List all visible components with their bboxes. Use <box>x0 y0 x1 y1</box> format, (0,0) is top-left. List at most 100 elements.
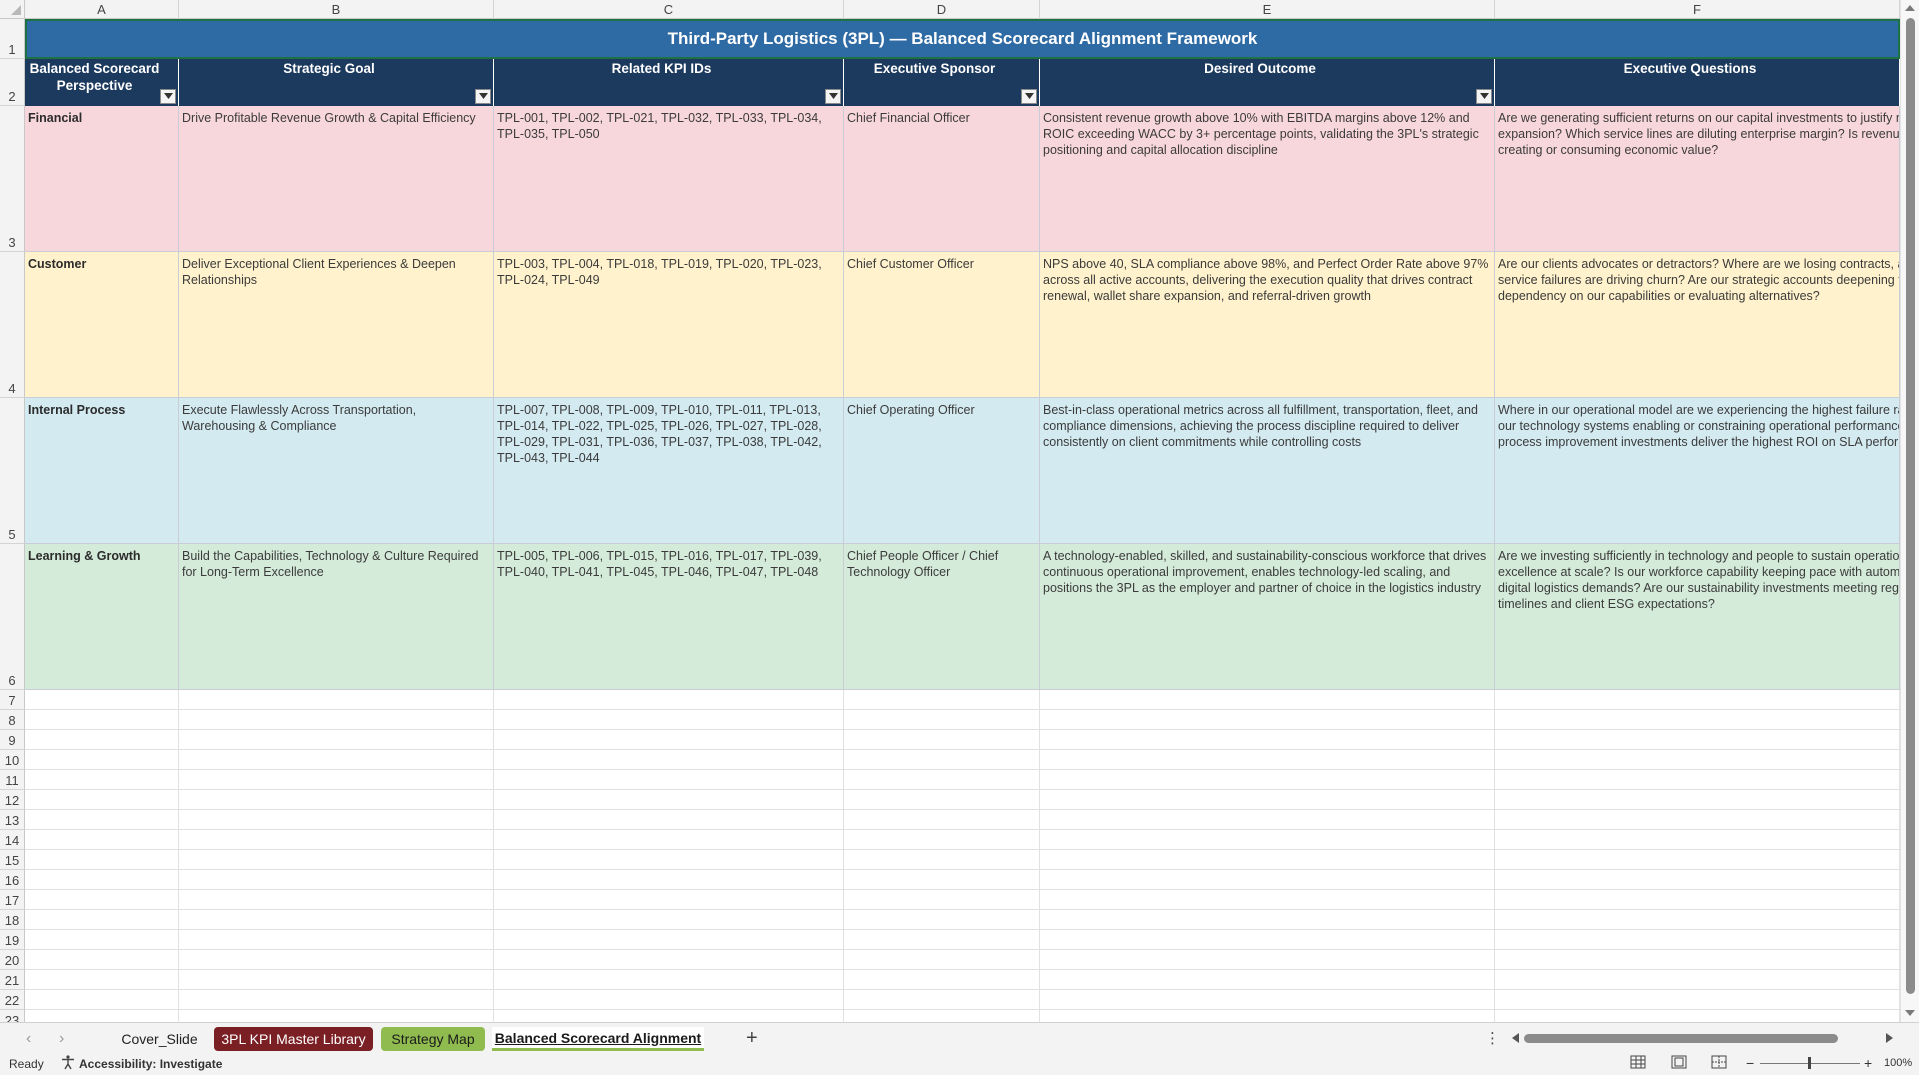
empty-cell[interactable] <box>25 950 179 970</box>
zoom-slider-thumb[interactable] <box>1808 1057 1811 1069</box>
filter-dropdown-icon[interactable] <box>1021 89 1037 104</box>
empty-cell[interactable] <box>1495 710 1900 730</box>
zoom-in-icon[interactable]: + <box>1864 1055 1872 1071</box>
normal-view-icon[interactable] <box>1630 1055 1646 1072</box>
row-header-4[interactable]: 4 <box>0 252 25 398</box>
horizontal-scrollbar[interactable] <box>1508 1029 1895 1047</box>
select-all-corner[interactable] <box>0 0 25 19</box>
empty-cell[interactable] <box>494 850 844 870</box>
empty-cell[interactable] <box>25 770 179 790</box>
empty-cell[interactable] <box>1495 830 1900 850</box>
empty-cell[interactable] <box>494 810 844 830</box>
sheet-tab-0[interactable]: Cover_Slide <box>113 1027 206 1051</box>
column-header-d[interactable]: D <box>844 0 1040 19</box>
empty-cell[interactable] <box>844 990 1040 1010</box>
empty-cell[interactable] <box>844 750 1040 770</box>
empty-cell[interactable] <box>844 790 1040 810</box>
empty-cell[interactable] <box>494 970 844 990</box>
sheet-tab-1[interactable]: 3PL KPI Master Library <box>214 1027 373 1051</box>
empty-cell[interactable] <box>844 970 1040 990</box>
empty-cell[interactable] <box>179 830 494 850</box>
empty-cell[interactable] <box>1495 910 1900 930</box>
next-sheet-chevron-icon[interactable]: › <box>59 1030 64 1048</box>
empty-cell[interactable] <box>494 730 844 750</box>
row-header-13[interactable]: 13 <box>0 810 25 830</box>
empty-cell[interactable] <box>1040 830 1495 850</box>
column-header-a[interactable]: A <box>25 0 179 19</box>
empty-cell[interactable] <box>1495 810 1900 830</box>
row-header-19[interactable]: 19 <box>0 930 25 950</box>
empty-cell[interactable] <box>494 910 844 930</box>
empty-cell[interactable] <box>494 830 844 850</box>
add-sheet-plus-icon[interactable]: + <box>746 1027 758 1049</box>
row-header-1[interactable]: 1 <box>0 19 25 59</box>
empty-cell[interactable] <box>25 830 179 850</box>
cell-questions[interactable]: Are we generating sufficient returns on … <box>1495 106 1900 252</box>
empty-cell[interactable] <box>844 910 1040 930</box>
cell-outcome[interactable]: Consistent revenue growth above 10% with… <box>1040 106 1495 252</box>
empty-cell[interactable] <box>844 890 1040 910</box>
empty-cell[interactable] <box>25 690 179 710</box>
scroll-down-arrow-icon[interactable] <box>1905 1010 1915 1016</box>
row-header-8[interactable]: 8 <box>0 710 25 730</box>
empty-cell[interactable] <box>179 970 494 990</box>
empty-cell[interactable] <box>25 730 179 750</box>
more-options-dots-icon[interactable]: ⋮ <box>1485 1029 1500 1047</box>
empty-cell[interactable] <box>844 770 1040 790</box>
empty-cell[interactable] <box>179 1010 494 1022</box>
empty-cell[interactable] <box>494 930 844 950</box>
cell-goal[interactable]: Drive Profitable Revenue Growth & Capita… <box>179 106 494 252</box>
row-header-14[interactable]: 14 <box>0 830 25 850</box>
empty-cell[interactable] <box>1040 870 1495 890</box>
empty-cell[interactable] <box>844 930 1040 950</box>
empty-cell[interactable] <box>25 790 179 810</box>
empty-cell[interactable] <box>1495 770 1900 790</box>
empty-cell[interactable] <box>844 690 1040 710</box>
empty-cell[interactable] <box>25 810 179 830</box>
empty-cell[interactable] <box>844 850 1040 870</box>
cell-sponsor[interactable]: Chief People Officer / Chief Technology … <box>844 544 1040 690</box>
empty-cell[interactable] <box>494 750 844 770</box>
empty-cell[interactable] <box>1040 970 1495 990</box>
empty-cell[interactable] <box>179 890 494 910</box>
empty-cell[interactable] <box>1495 890 1900 910</box>
empty-cell[interactable] <box>1040 690 1495 710</box>
cell-kpis[interactable]: TPL-007, TPL-008, TPL-009, TPL-010, TPL-… <box>494 398 844 544</box>
header-cell[interactable]: Strategic Goal <box>179 59 494 106</box>
empty-cell[interactable] <box>494 990 844 1010</box>
empty-cell[interactable] <box>1495 730 1900 750</box>
filter-dropdown-icon[interactable] <box>160 89 176 104</box>
cell-kpis[interactable]: TPL-005, TPL-006, TPL-015, TPL-016, TPL-… <box>494 544 844 690</box>
row-header-16[interactable]: 16 <box>0 870 25 890</box>
row-header-21[interactable]: 21 <box>0 970 25 990</box>
empty-cell[interactable] <box>844 810 1040 830</box>
empty-cell[interactable] <box>179 750 494 770</box>
cell-perspective[interactable]: Internal Process <box>25 398 179 544</box>
empty-cell[interactable] <box>25 930 179 950</box>
empty-cell[interactable] <box>1495 690 1900 710</box>
page-break-view-icon[interactable] <box>1711 1055 1727 1072</box>
vertical-scroll-thumb[interactable] <box>1906 18 1915 994</box>
empty-cell[interactable] <box>1040 730 1495 750</box>
spreadsheet-grid[interactable]: ABCDEF 1 2 3 4 5 6 7 8 9 10 11 12 13 14 15 16 17 18 19 20 21… <box>0 0 1919 1022</box>
header-cell[interactable]: Desired Outcome <box>1040 59 1495 106</box>
empty-cell[interactable] <box>494 1010 844 1022</box>
filter-dropdown-icon[interactable] <box>475 89 491 104</box>
empty-cell[interactable] <box>25 870 179 890</box>
empty-cell[interactable] <box>179 710 494 730</box>
cell-questions[interactable]: Are we investing sufficiently in technol… <box>1495 544 1900 690</box>
cell-questions[interactable]: Are our clients advocates or detractors?… <box>1495 252 1900 398</box>
row-header-10[interactable]: 10 <box>0 750 25 770</box>
column-header-c[interactable]: C <box>494 0 844 19</box>
empty-cell[interactable] <box>1040 790 1495 810</box>
empty-cell[interactable] <box>179 950 494 970</box>
scroll-left-arrow-icon[interactable] <box>1512 1033 1519 1043</box>
cell-sponsor[interactable]: Chief Financial Officer <box>844 106 1040 252</box>
empty-cell[interactable] <box>1040 990 1495 1010</box>
empty-cell[interactable] <box>1040 770 1495 790</box>
empty-cell[interactable] <box>844 710 1040 730</box>
header-cell[interactable]: Related KPI IDs <box>494 59 844 106</box>
column-header-f[interactable]: F <box>1495 0 1900 19</box>
row-header-20[interactable]: 20 <box>0 950 25 970</box>
empty-cell[interactable] <box>1495 1010 1900 1022</box>
